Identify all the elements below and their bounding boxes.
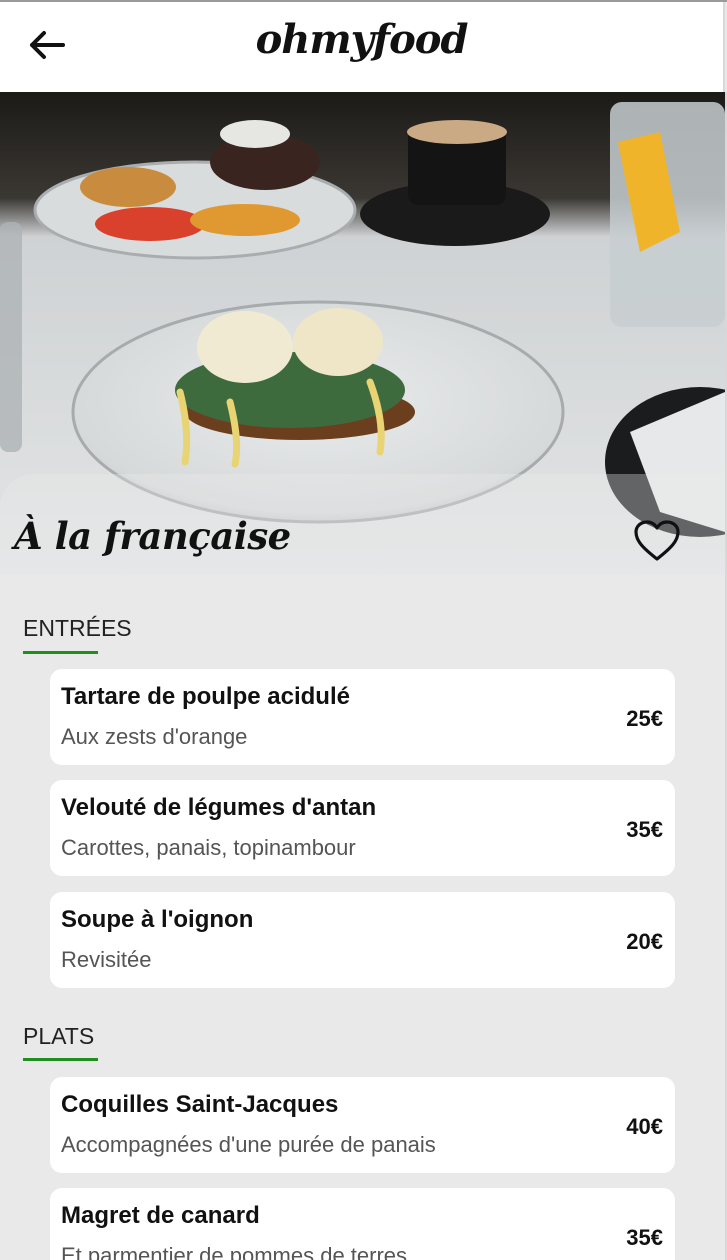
brand-logo[interactable]: ohmyfood: [0, 16, 723, 63]
section-title-entrees: ENTRÉES: [23, 615, 132, 641]
menu-item[interactable]: Velouté de légumes d'antan Carottes, pan…: [50, 780, 675, 876]
section-underline: [23, 1058, 98, 1061]
menu-item-description: Revisitée: [61, 947, 152, 972]
menu-item-description: Carottes, panais, topinambour: [61, 835, 356, 860]
menu-item-price: 40€: [626, 1114, 663, 1139]
menu-item-name: Magret de canard: [61, 1202, 260, 1229]
menu-item[interactable]: Tartare de poulpe acidulé Aux zests d'or…: [50, 669, 675, 765]
section-underline: [23, 651, 98, 654]
menu-item-description: Et parmentier de pommes de terres: [61, 1243, 408, 1260]
menu-item-price: 20€: [626, 929, 663, 954]
menu-item-description: Aux zests d'orange: [61, 724, 248, 749]
menu-item-description: Accompagnées d'une purée de panais: [61, 1132, 436, 1157]
menu-item[interactable]: Soupe à l'oignon Revisitée 20€: [50, 892, 675, 988]
menu-item-price: 35€: [626, 817, 663, 842]
heart-outline-icon: [634, 520, 680, 561]
menu-item-name: Coquilles Saint-Jacques: [61, 1091, 339, 1118]
restaurant-title: À la française: [14, 514, 291, 558]
menu-item[interactable]: Coquilles Saint-Jacques Accompagnées d'u…: [50, 1077, 675, 1173]
menu-item-name: Soupe à l'oignon: [61, 906, 254, 933]
menu-item-name: Tartare de poulpe acidulé: [61, 683, 350, 710]
menu-item-name: Velouté de légumes d'antan: [61, 794, 377, 821]
section-title-plats: PLATS: [23, 1023, 95, 1049]
menu-item[interactable]: Magret de canard Et parmentier de pommes…: [50, 1188, 675, 1260]
favorite-button[interactable]: [633, 519, 681, 563]
menu-item-price: 35€: [626, 1225, 663, 1250]
menu-item-price: 25€: [626, 706, 663, 731]
app-header: ohmyfood: [0, 2, 725, 92]
restaurant-hero: À la française: [0, 92, 725, 575]
